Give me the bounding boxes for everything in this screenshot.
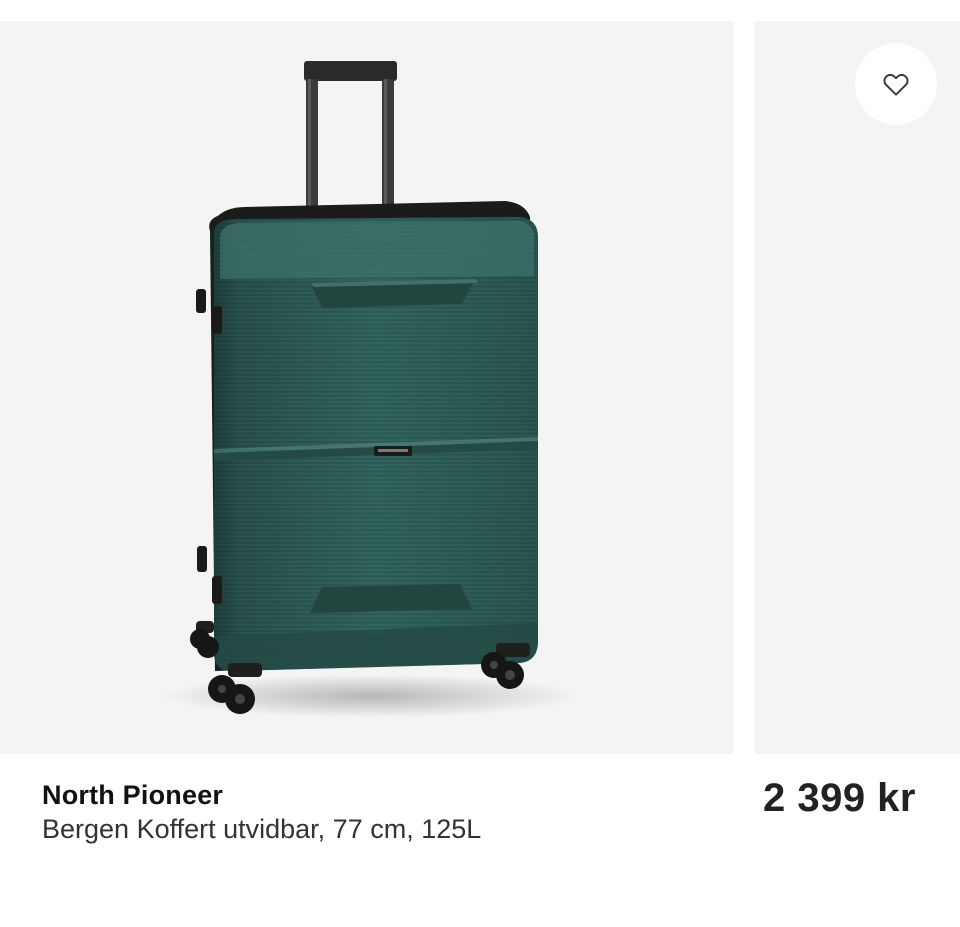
product-image-container[interactable] <box>0 21 733 754</box>
product-name[interactable]: Bergen Koffert utvidbar, 77 cm, 125L <box>42 814 522 845</box>
heart-icon <box>883 74 909 96</box>
product-image-container-next[interactable] <box>755 21 960 754</box>
product-card-next[interactable] <box>755 21 960 754</box>
product-listing: North Pioneer Bergen Koffert utvidbar, 7… <box>0 0 960 927</box>
product-brand[interactable]: North Pioneer <box>42 780 223 811</box>
favorite-button[interactable] <box>855 43 937 125</box>
product-card[interactable] <box>0 21 733 754</box>
product-info: North Pioneer Bergen Koffert utvidbar, 7… <box>42 762 942 882</box>
product-price: 2 399 kr <box>762 776 916 820</box>
suitcase-image[interactable] <box>0 21 733 754</box>
